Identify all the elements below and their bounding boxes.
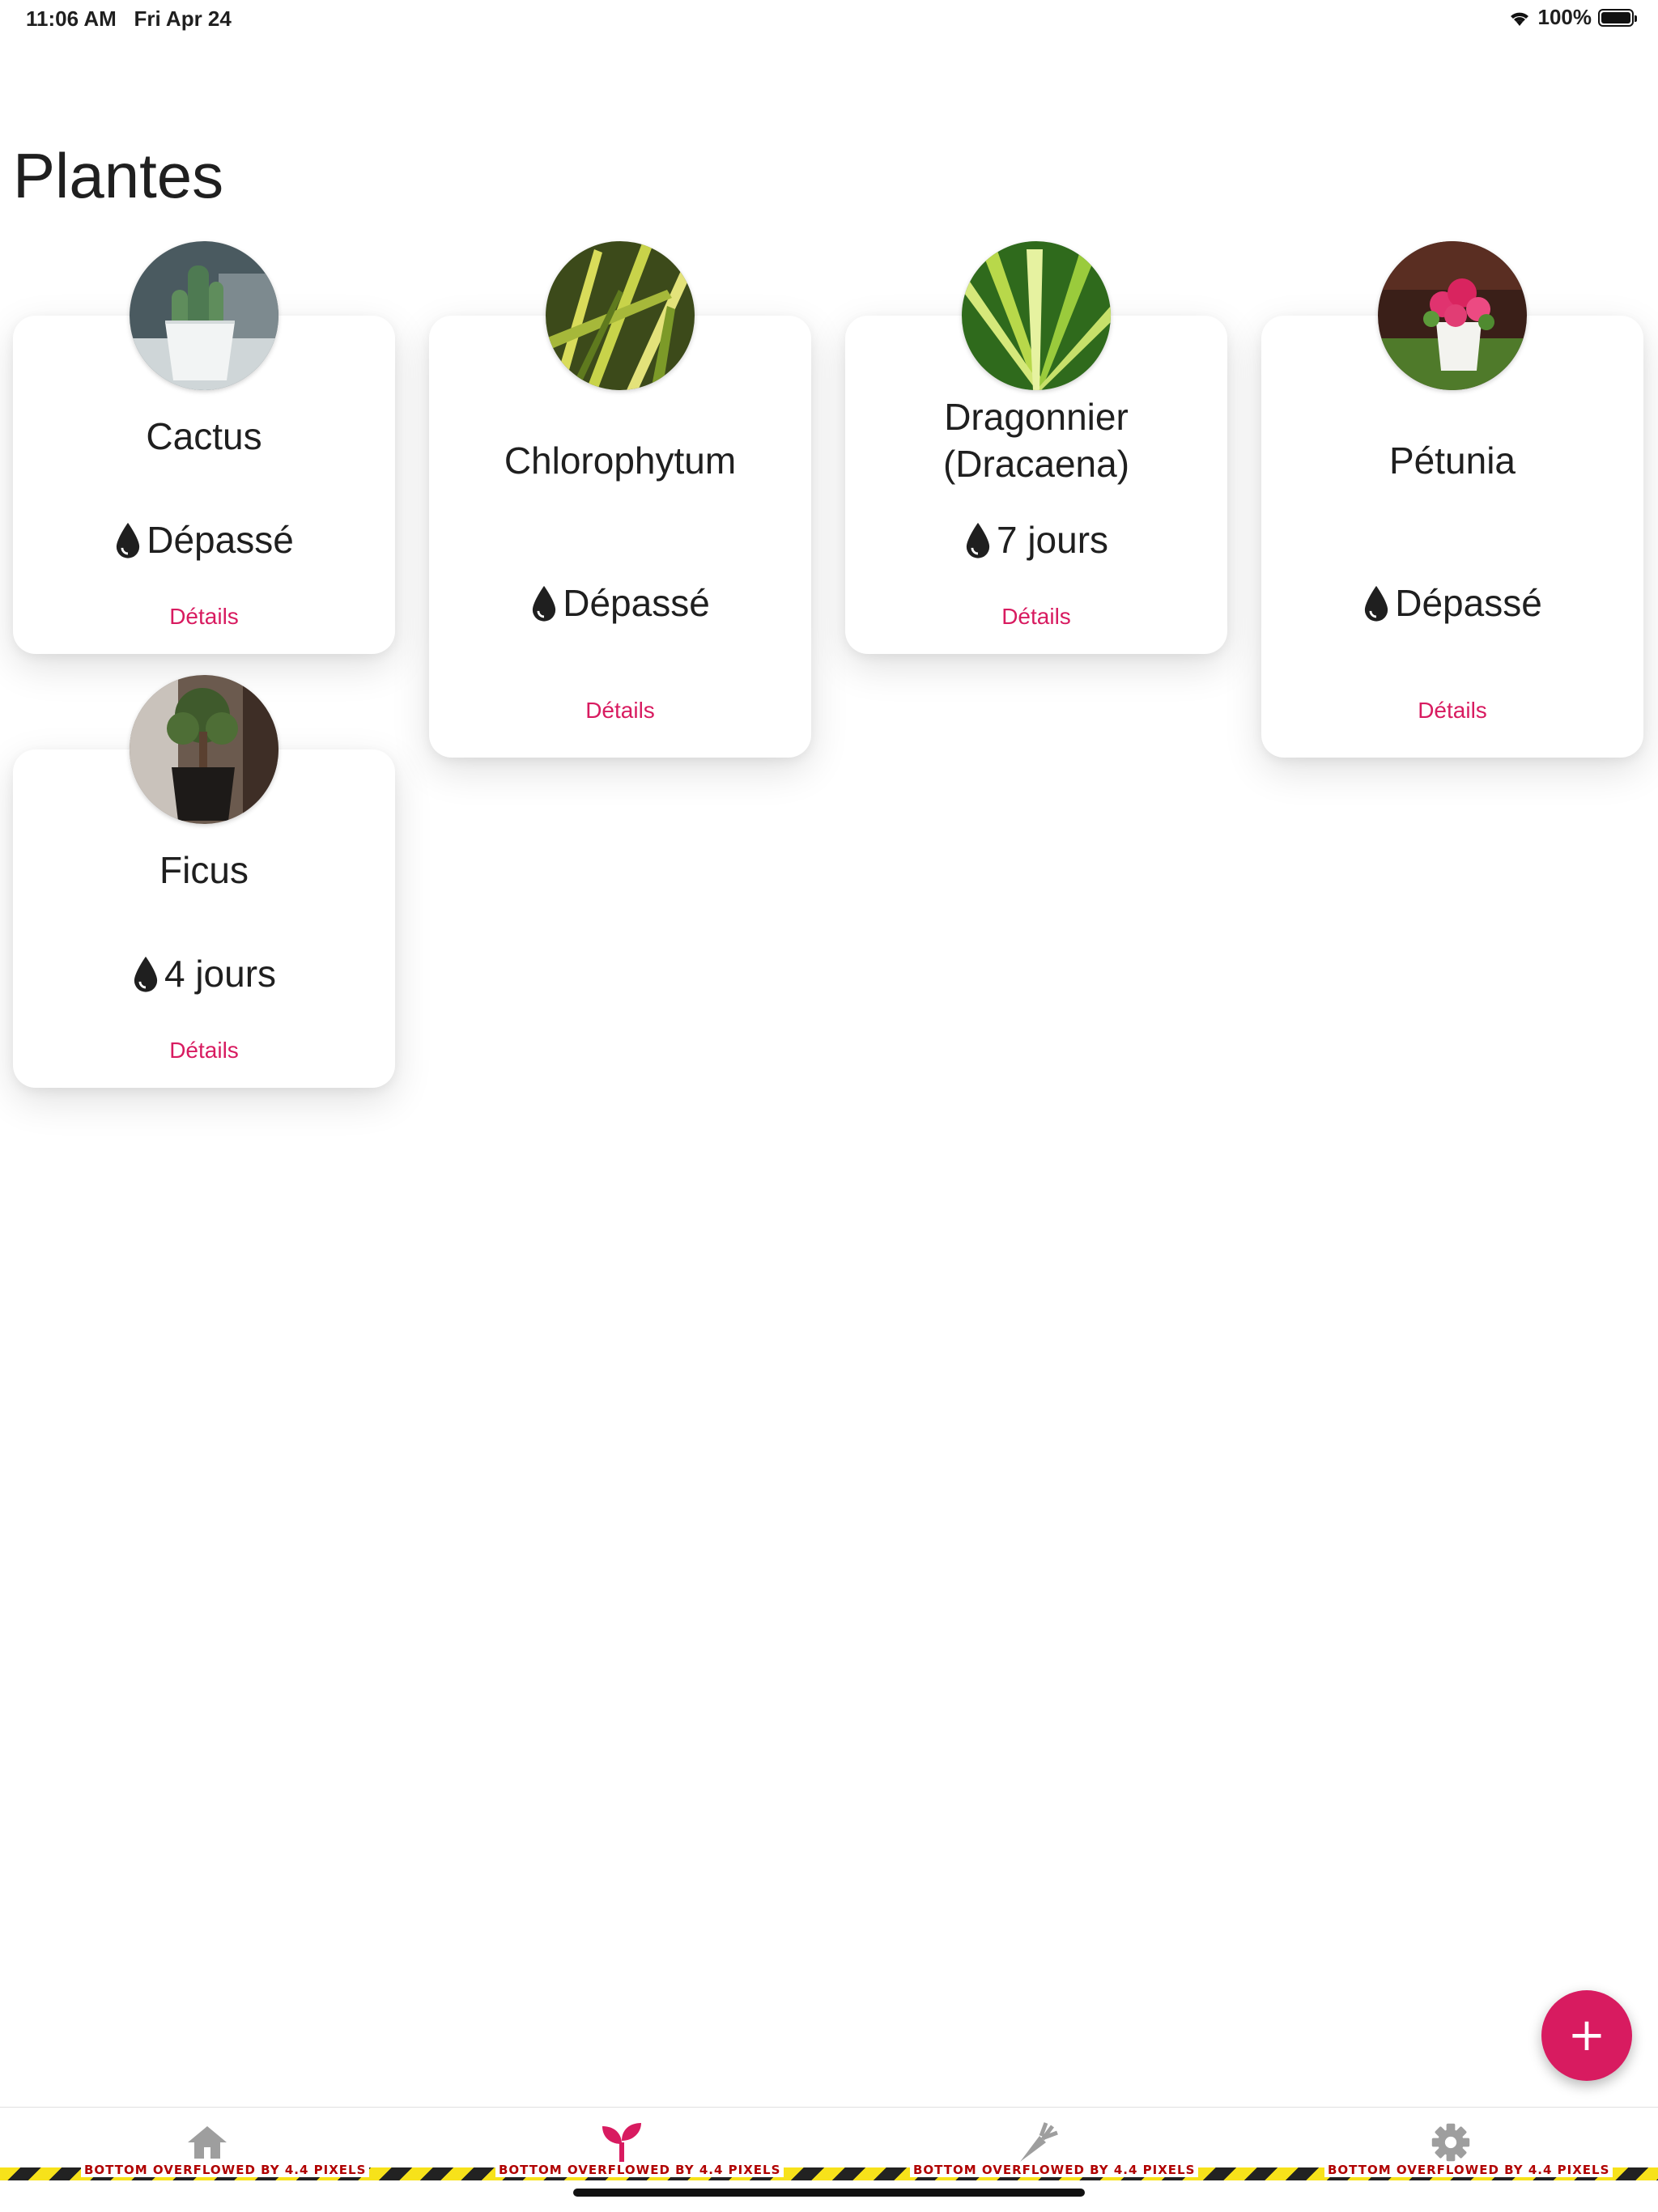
- water-drop-icon: [1365, 585, 1388, 622]
- plant-card-ficus: Ficus 4 jours Détails: [13, 675, 395, 1088]
- water-drop-icon: [117, 522, 140, 558]
- add-plant-button[interactable]: +: [1541, 1990, 1632, 2081]
- water-drop-icon: [966, 522, 990, 558]
- details-button[interactable]: Détails: [1261, 698, 1643, 724]
- overflow-warning-text: BOTTOM OVERFLOWED BY 4.4 PIXELS: [1324, 2163, 1613, 2177]
- carrot-icon: [1020, 2122, 1058, 2162]
- water-drop-icon: [134, 956, 158, 992]
- details-button[interactable]: Détails: [845, 604, 1227, 630]
- plant-image-cactus: [130, 241, 278, 390]
- status-bar: 11:06 AM Fri Apr 24 100%: [0, 0, 1658, 39]
- watering-status: Dépassé: [429, 581, 811, 625]
- plant-name: Cactus: [146, 415, 262, 457]
- overflow-warning-text: BOTTOM OVERFLOWED BY 4.4 PIXELS: [495, 2163, 784, 2177]
- plant-image-chlorophytum: [546, 241, 695, 390]
- status-time: 11:06 AM Fri Apr 24: [26, 6, 232, 31]
- plant-name: Ficus: [159, 849, 249, 891]
- plant-card-chlorophytum: Chlorophytum Dépassé Détails: [429, 241, 811, 758]
- overflow-warning-text: BOTTOM OVERFLOWED BY 4.4 PIXELS: [81, 2163, 370, 2177]
- page-title: Plantes: [13, 140, 224, 211]
- status-right: 100%: [1507, 5, 1637, 30]
- details-button[interactable]: Détails: [429, 698, 811, 724]
- plant-name: Chlorophytum: [504, 439, 737, 482]
- overflow-warning-text: BOTTOM OVERFLOWED BY 4.4 PIXELS: [910, 2163, 1199, 2177]
- plant-image-petunia: [1378, 241, 1527, 390]
- details-button[interactable]: Détails: [13, 1038, 395, 1064]
- watering-status: Dépassé: [13, 518, 395, 562]
- plant-image-ficus: [130, 675, 278, 824]
- watering-status: 4 jours: [13, 952, 395, 996]
- home-indicator[interactable]: [573, 2189, 1085, 2197]
- plant-name: Pétunia: [1388, 439, 1516, 482]
- plant-image-dragonnier: [962, 241, 1111, 390]
- plant-card-cactus: Cactus Dépassé Détails: [13, 241, 395, 654]
- battery-percent: 100%: [1537, 5, 1592, 29]
- water-drop-icon: [533, 585, 556, 622]
- plant-card-petunia: Pétunia Dépassé Détails: [1261, 241, 1643, 758]
- battery-icon: [1598, 8, 1637, 27]
- wifi-icon: [1510, 12, 1528, 26]
- gear-icon: [1431, 2123, 1470, 2162]
- sprout-icon: [602, 2123, 641, 2162]
- watering-status: 7 jours: [845, 518, 1227, 562]
- plant-card-dragonnier: Dragonnier (Dracaena) 7 jours Détails: [845, 241, 1227, 654]
- plant-name: Dragonnier (Dracaena): [942, 396, 1130, 485]
- home-icon: [188, 2126, 227, 2159]
- watering-status: Dépassé: [1261, 581, 1643, 625]
- details-button[interactable]: Détails: [13, 604, 395, 630]
